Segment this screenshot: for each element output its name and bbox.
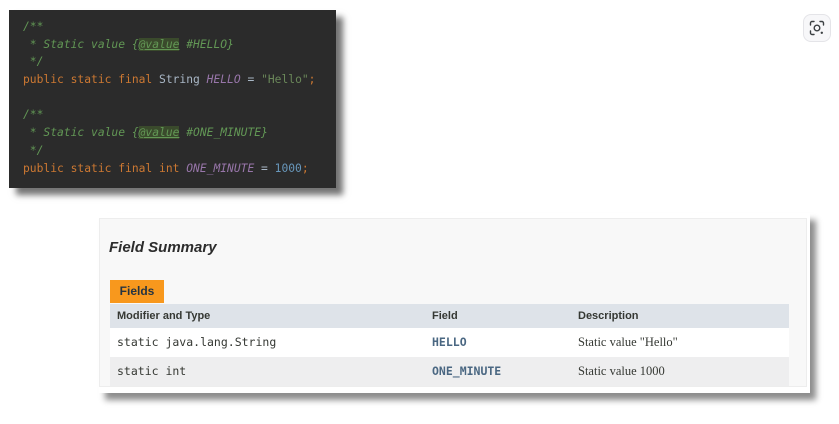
google-lens-button[interactable] [803, 14, 831, 42]
comment-text: * Static value { [23, 126, 139, 140]
table-row: static int ONE_MINUTE Static value 1000 [110, 357, 789, 386]
javadoc-value-tag: @value [138, 37, 180, 51]
cell-description: Static value 1000 [578, 364, 665, 378]
table-row: static java.lang.String HELLO Static val… [110, 328, 789, 357]
google-lens-icon [809, 20, 825, 36]
code-line: * Static value {@value #HELLO} [23, 36, 336, 54]
code-line: */ [23, 53, 336, 71]
code-line: /** [23, 106, 336, 124]
comment-ref: #HELLO} [179, 37, 234, 51]
header-field: Field [432, 310, 458, 322]
assign-op: = [240, 73, 262, 87]
code-line: public static final int ONE_MINUTE = 100… [23, 160, 336, 178]
string-literal: "Hello" [261, 73, 309, 87]
header-modifier-and-type: Modifier and Type [117, 310, 211, 322]
cell-modifier: static int [117, 364, 187, 378]
keywords: public static final int [23, 161, 187, 175]
field-summary-title: Field Summary [109, 239, 217, 256]
table-header: Modifier and Type Field Description [110, 304, 789, 328]
keywords: public static final [23, 73, 160, 87]
comment-text: * Static value { [23, 37, 139, 51]
semicolon: ; [301, 161, 309, 175]
type-name: String [159, 73, 207, 87]
constant-name: ONE_MINUTE [186, 161, 255, 175]
code-line: /** [23, 18, 336, 36]
cell-modifier: static java.lang.String [117, 335, 277, 349]
comment-ref: #ONE_MINUTE} [179, 126, 268, 140]
code-editor-panel: /** * Static value {@value #HELLO} */ pu… [9, 10, 336, 188]
tab-fields[interactable]: Fields [110, 280, 164, 303]
javadoc-value-tag: @value [138, 126, 180, 140]
assign-op: = [254, 161, 275, 175]
comment-open: /** [23, 20, 44, 33]
code-line: */ [23, 142, 336, 160]
comment-close: */ [23, 55, 44, 69]
number-literal: 1000 [274, 161, 302, 175]
semicolon: ; [308, 73, 316, 87]
field-summary-table: Modifier and Type Field Description stat… [110, 304, 789, 386]
field-summary-panel: Field Summary Fields Modifier and Type F… [99, 213, 810, 393]
constant-name: HELLO [206, 73, 241, 87]
code-line: public static final String HELLO = "Hell… [23, 71, 336, 89]
field-link-one-minute[interactable]: ONE_MINUTE [432, 357, 501, 386]
comment-close: */ [23, 143, 44, 157]
code-line: * Static value {@value #ONE_MINUTE} [23, 124, 336, 142]
field-link-hello[interactable]: HELLO [432, 328, 467, 357]
header-description: Description [578, 310, 639, 322]
comment-open: /** [23, 108, 44, 122]
field-summary-block: Field Summary Fields Modifier and Type F… [99, 218, 807, 387]
cell-description: Static value "Hello" [578, 335, 678, 349]
